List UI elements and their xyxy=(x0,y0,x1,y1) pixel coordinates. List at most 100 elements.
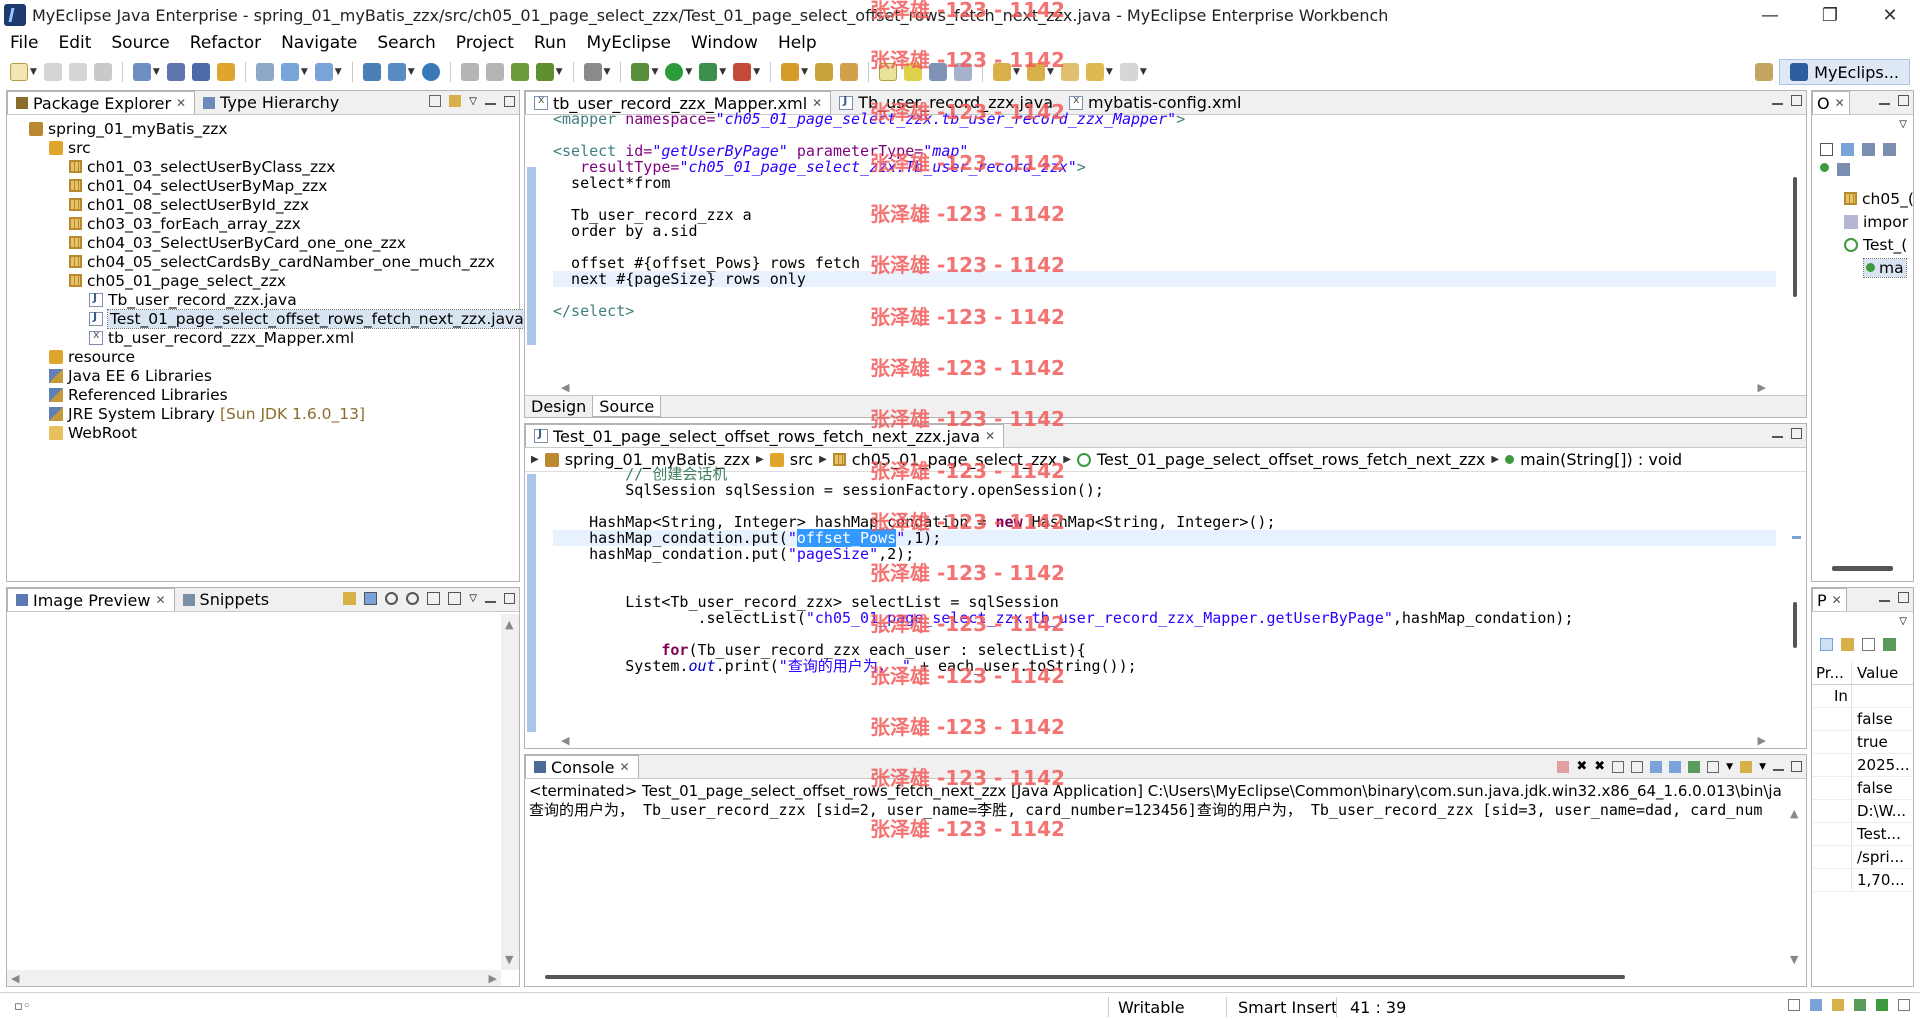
code-line[interactable]: <mapper namespace="ch05_01_page_select_z… xyxy=(553,111,1776,127)
scroll-right-icon[interactable]: ▶ xyxy=(489,972,497,985)
chevron-right-icon[interactable]: ▶ xyxy=(1491,454,1499,465)
code-line[interactable] xyxy=(553,578,1776,594)
horizontal-scrollbar[interactable] xyxy=(545,972,1782,982)
trim-view-icon[interactable] xyxy=(1788,999,1800,1011)
trim-view-icon[interactable] xyxy=(1898,999,1910,1011)
menu-window[interactable]: Window xyxy=(681,33,768,53)
tab-design[interactable]: Design xyxy=(525,396,592,417)
menu-help[interactable]: Help xyxy=(768,33,827,53)
chevron-down-icon[interactable]: ▼ xyxy=(153,67,160,77)
chevron-right-icon[interactable]: ▶ xyxy=(531,454,539,465)
trim-view-icon[interactable] xyxy=(1876,999,1888,1011)
code-line[interactable]: List<Tb_user_record_zzx> selectList = sq… xyxy=(553,594,1776,610)
perspective-myeclipse-button[interactable]: MyEclips... xyxy=(1779,59,1910,85)
hide-fields-icon[interactable] xyxy=(1862,143,1875,156)
code-line[interactable]: hashMap_condation.put("offset_Pows",1); xyxy=(553,529,1776,547)
vertical-scrollbar[interactable]: ▲ ▼ xyxy=(1786,805,1804,966)
code-line[interactable]: select*from xyxy=(553,175,1776,191)
chevron-down-icon[interactable]: ▼ xyxy=(1013,67,1020,77)
tab-image-preview[interactable]: Image Preview ✕ xyxy=(7,588,175,611)
occurrence-marker[interactable] xyxy=(1792,536,1801,539)
back-icon[interactable] xyxy=(1085,63,1104,81)
scroll-down-icon[interactable]: ▼ xyxy=(1790,953,1798,966)
scroll-left-icon[interactable]: ◀ xyxy=(561,381,569,394)
tree-item-jre[interactable]: JRE System Library [Sun JDK 1.6.0_13] xyxy=(7,404,519,423)
run-server-icon[interactable] xyxy=(387,63,406,81)
table-row[interactable]: false xyxy=(1812,708,1913,731)
tree-item-package[interactable]: ch01_08_selectUserById_zzx xyxy=(7,195,519,214)
maximize-view-icon[interactable] xyxy=(504,95,515,107)
table-row[interactable]: true xyxy=(1812,731,1913,754)
scroll-up-icon[interactable]: ▲ xyxy=(1790,807,1798,820)
show-stderr-icon[interactable] xyxy=(1669,760,1682,773)
minimize-view-icon[interactable] xyxy=(1773,768,1784,771)
column-header-value[interactable]: Value xyxy=(1852,664,1898,682)
save-icon[interactable] xyxy=(43,63,62,81)
terminal-icon[interactable] xyxy=(583,63,602,81)
horizontal-scrollbar[interactable] xyxy=(1832,566,1893,571)
scroll-lock-icon[interactable] xyxy=(1631,760,1644,773)
chevron-down-icon[interactable]: ▼ xyxy=(556,67,563,77)
run-coverage-icon[interactable] xyxy=(699,63,718,81)
open-perspective-icon[interactable] xyxy=(1755,63,1774,81)
chevron-down-icon[interactable]: ▼ xyxy=(604,67,611,77)
maximize-view-icon[interactable] xyxy=(1898,95,1909,106)
minimize-view-icon[interactable] xyxy=(1772,102,1783,105)
tab-console[interactable]: Console ✕ xyxy=(525,755,639,778)
vertical-scrollbar[interactable] xyxy=(1786,117,1806,395)
open-type-icon[interactable] xyxy=(535,63,554,81)
tab-package-explorer[interactable]: Package Explorer ✕ xyxy=(7,91,196,114)
advanced-icon[interactable] xyxy=(1841,638,1854,651)
chevron-right-icon[interactable]: ▶ xyxy=(1063,454,1071,465)
tree-item-webroot[interactable]: WebRoot xyxy=(7,423,519,442)
server-icon[interactable] xyxy=(191,63,210,81)
package-icon[interactable] xyxy=(216,63,235,81)
tree-item-package[interactable]: ch05_01_page_select_zzx xyxy=(7,271,519,290)
trim-view-icon[interactable] xyxy=(1832,999,1844,1011)
chevron-down-icon[interactable]: ▼ xyxy=(335,67,342,77)
tree-item-src[interactable]: src xyxy=(7,138,519,157)
chevron-down-icon[interactable]: ▼ xyxy=(408,67,415,77)
code-line[interactable] xyxy=(553,191,1776,207)
trim-view-icon[interactable] xyxy=(1810,999,1822,1011)
tree-item-java-file[interactable]: Tb_user_record_zzx.java xyxy=(7,290,519,309)
code-line[interactable]: next #{pageSize} rows only xyxy=(553,271,1776,287)
maximize-view-icon[interactable] xyxy=(504,593,515,604)
code-line[interactable]: for(Tb_user_record_zzx each_user : selec… xyxy=(553,642,1776,658)
code-line[interactable] xyxy=(553,239,1776,255)
menu-myeclipse[interactable]: MyEclipse xyxy=(577,33,681,53)
hide-static-icon[interactable] xyxy=(1883,143,1896,156)
outline-item-method[interactable]: ma xyxy=(1812,256,1913,279)
open-task-icon[interactable] xyxy=(840,63,859,81)
chevron-down-icon[interactable]: ▼ xyxy=(30,67,37,77)
code-line[interactable] xyxy=(553,127,1776,143)
menu-file[interactable]: File xyxy=(0,33,48,53)
chevron-down-icon[interactable]: ▼ xyxy=(753,67,760,77)
fullscreen-icon[interactable] xyxy=(448,592,462,605)
external-tools-icon[interactable] xyxy=(733,63,752,81)
table-row[interactable]: D:\W... xyxy=(1812,800,1913,823)
tab-snippets[interactable]: Snippets xyxy=(175,588,278,611)
tree-item-package[interactable]: ch03_03_forEach_array_zzx xyxy=(7,214,519,233)
browser-icon[interactable] xyxy=(314,63,333,81)
tree-item-xml-file[interactable]: tb_user_record_zzx_Mapper.xml xyxy=(7,328,519,347)
hide-local-types-icon[interactable] xyxy=(1837,163,1850,176)
print-icon[interactable] xyxy=(93,63,112,81)
fit-icon[interactable] xyxy=(364,592,378,605)
sort-icon[interactable] xyxy=(1841,143,1854,156)
tree-item-library[interactable]: Java EE 6 Libraries xyxy=(7,366,519,385)
menu-navigate[interactable]: Navigate xyxy=(271,33,367,53)
remove-all-icon[interactable]: ✖ xyxy=(1594,759,1605,774)
chevron-down-icon[interactable]: ▼ xyxy=(719,67,726,77)
terminate-icon[interactable] xyxy=(1557,760,1570,773)
run-icon[interactable] xyxy=(665,63,684,81)
tree-item-resource[interactable]: resource xyxy=(7,347,519,366)
web-icon[interactable] xyxy=(280,63,299,81)
mark-occurrences-icon[interactable] xyxy=(879,63,898,81)
close-icon[interactable]: ✕ xyxy=(155,593,165,607)
last-edit-icon[interactable] xyxy=(1060,63,1079,81)
code-line[interactable]: </select> xyxy=(553,303,1776,319)
nav-back-icon[interactable] xyxy=(460,63,479,81)
xml-code-area[interactable]: <mapper namespace="ch05_01_page_select_z… xyxy=(525,111,1806,395)
show-whitespace-icon[interactable] xyxy=(954,63,973,81)
